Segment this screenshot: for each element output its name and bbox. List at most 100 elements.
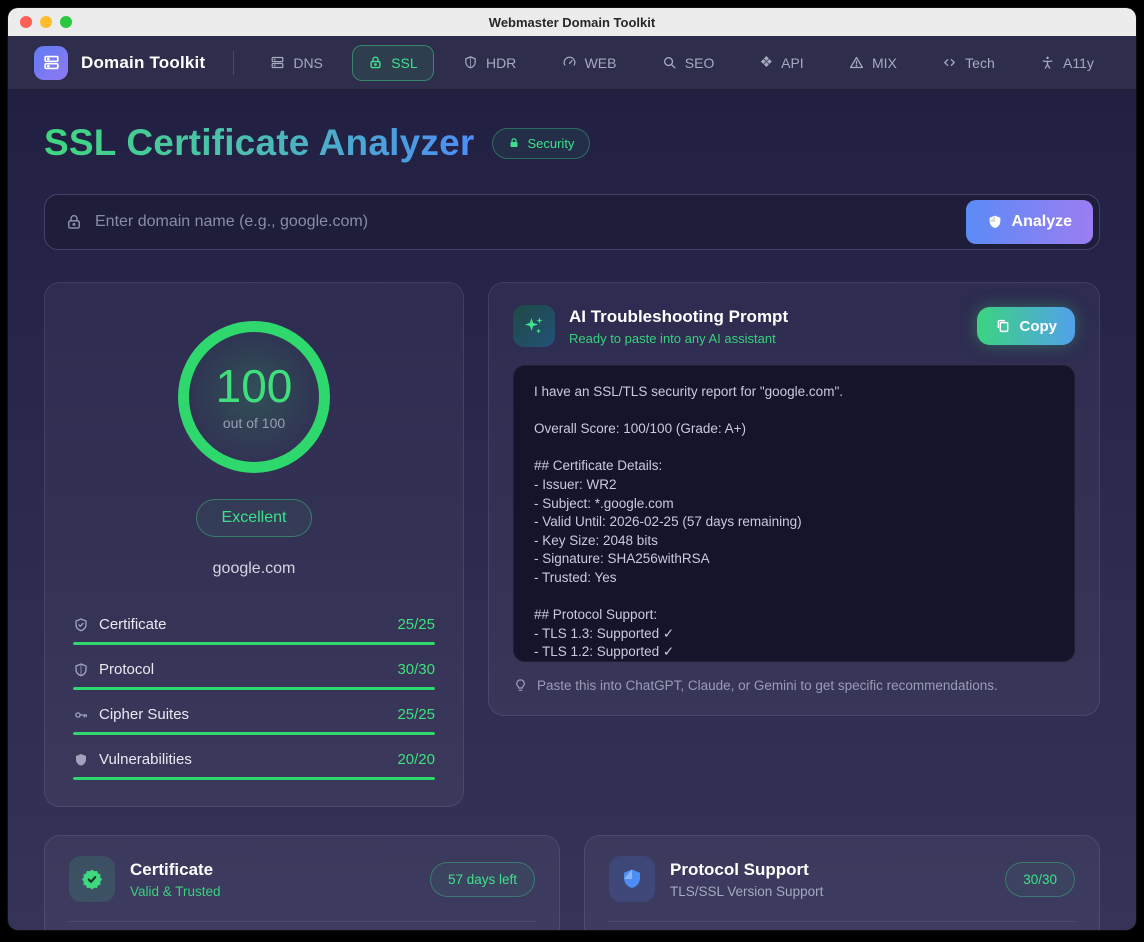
brand-name: Domain Toolkit: [81, 53, 205, 73]
tab-label: Tech: [965, 55, 995, 71]
analyze-button-label: Analyze: [1012, 213, 1072, 231]
ai-footer-hint: Paste this into ChatGPT, Claude, or Gemi…: [537, 678, 998, 693]
app-window: Webmaster Domain Toolkit Domain Toolkit …: [8, 8, 1136, 930]
code-icon: [942, 55, 957, 70]
detail-card-subtitle: Valid & Trusted: [130, 884, 221, 899]
category-score: 20/20: [397, 751, 435, 768]
security-badge: Security: [492, 128, 590, 159]
navbar: Domain Toolkit DNS SSL HDR WEB SEO: [8, 36, 1136, 90]
tab-ssl[interactable]: SSL: [352, 45, 433, 81]
brand: Domain Toolkit: [34, 46, 205, 80]
shield-icon: [609, 856, 655, 902]
key-icon: [73, 707, 89, 723]
detail-card-title: Protocol Support: [670, 860, 823, 880]
category-score: 25/25: [397, 616, 435, 633]
lock-icon: [65, 213, 83, 231]
warning-icon: [849, 55, 864, 70]
tab-a11y[interactable]: A11y: [1024, 45, 1110, 81]
security-badge-label: Security: [527, 136, 574, 151]
score-categories: Certificate 25/25 Protocol 30/30: [73, 616, 435, 780]
detail-card-subtitle: TLS/SSL Version Support: [670, 884, 823, 899]
tab-label: API: [781, 55, 804, 71]
main-content: SSL Certificate Analyzer Security Analyz…: [8, 122, 1136, 930]
tab-label: SEO: [685, 55, 715, 71]
category-score: 25/25: [397, 706, 435, 723]
ai-card-subtitle: Ready to paste into any AI assistant: [569, 331, 788, 346]
ai-prompt-text[interactable]: I have an SSL/TLS security report for "g…: [513, 365, 1075, 662]
lock-icon: [508, 137, 520, 149]
tab-label: SSL: [391, 55, 417, 71]
category-label: Cipher Suites: [99, 706, 189, 723]
tab-dns[interactable]: DNS: [254, 45, 339, 81]
tab-web[interactable]: WEB: [546, 45, 633, 81]
category-score: 30/30: [397, 661, 435, 678]
page-header: SSL Certificate Analyzer Security: [44, 122, 1100, 164]
grade-badge: Excellent: [196, 499, 313, 537]
traffic-lights: [20, 16, 72, 28]
analyze-button[interactable]: Analyze: [966, 200, 1093, 244]
search-icon: [662, 55, 677, 70]
server-icon: [270, 55, 285, 70]
days-left-badge: 57 days left: [430, 862, 535, 897]
gauge-icon: [562, 55, 577, 70]
shield-icon: [987, 214, 1003, 230]
detail-card-title: Certificate: [130, 860, 221, 880]
tab-tech[interactable]: Tech: [926, 45, 1011, 81]
page-title: SSL Certificate Analyzer: [44, 122, 474, 164]
divider: [69, 921, 535, 922]
ai-prompt-card: AI Troubleshooting Prompt Ready to paste…: [488, 282, 1100, 716]
shield-icon: [73, 662, 89, 678]
window-title: Webmaster Domain Toolkit: [8, 15, 1136, 30]
copy-button-label: Copy: [1020, 318, 1058, 335]
shield-check-icon: [73, 617, 89, 633]
certificate-card: Certificate Valid & Trusted 57 days left: [44, 835, 560, 930]
close-button[interactable]: [20, 16, 32, 28]
tab-label: A11y: [1063, 55, 1094, 71]
minimize-button[interactable]: [40, 16, 52, 28]
seal-check-icon: [69, 856, 115, 902]
category-progress-bar: [73, 642, 435, 645]
score-outof: out of 100: [223, 415, 285, 431]
copy-button[interactable]: Copy: [977, 307, 1076, 345]
tab-seo[interactable]: SEO: [646, 45, 731, 81]
tab-hdr[interactable]: HDR: [447, 45, 532, 81]
ai-card-title: AI Troubleshooting Prompt: [569, 307, 788, 327]
shield-icon: [463, 55, 478, 70]
tab-mix[interactable]: MIX: [833, 45, 913, 81]
score-card: 100 out of 100 Excellent google.com Cert…: [44, 282, 464, 807]
category-progress-bar: [73, 777, 435, 780]
category-label: Vulnerabilities: [99, 751, 192, 768]
domain-search-bar: Analyze: [44, 194, 1100, 250]
nav-tabs: DNS SSL HDR WEB SEO ❖ API: [254, 45, 1110, 81]
category-label: Certificate: [99, 616, 167, 633]
zoom-button[interactable]: [60, 16, 72, 28]
category-row: Cipher Suites 25/25: [73, 706, 435, 735]
score-value: 100: [216, 363, 293, 409]
category-progress-bar: [73, 732, 435, 735]
tab-label: WEB: [585, 55, 617, 71]
divider: [609, 921, 1075, 922]
tab-label: DNS: [293, 55, 323, 71]
score-badge: 30/30: [1005, 862, 1075, 897]
tab-api[interactable]: ❖ API: [744, 45, 820, 81]
category-row: Protocol 30/30: [73, 661, 435, 690]
scanned-domain: google.com: [73, 560, 435, 578]
nav-divider: [233, 51, 234, 75]
category-label: Protocol: [99, 661, 154, 678]
shield-filled-icon: [73, 752, 89, 768]
lock-icon: [368, 55, 383, 70]
category-row: Certificate 25/25: [73, 616, 435, 645]
macos-titlebar: Webmaster Domain Toolkit: [8, 8, 1136, 36]
app-logo-icon: [34, 46, 68, 80]
score-ring: 100 out of 100: [178, 321, 330, 473]
tab-label: MIX: [872, 55, 897, 71]
category-row: Vulnerabilities 20/20: [73, 751, 435, 780]
category-progress-bar: [73, 687, 435, 690]
copy-icon: [995, 318, 1011, 334]
tab-label: HDR: [486, 55, 516, 71]
lightbulb-icon: [513, 678, 528, 693]
domain-input[interactable]: [83, 213, 966, 231]
sparkles-icon: [513, 305, 555, 347]
protocol-support-card: Protocol Support TLS/SSL Version Support…: [584, 835, 1100, 930]
accessibility-icon: [1040, 55, 1055, 70]
